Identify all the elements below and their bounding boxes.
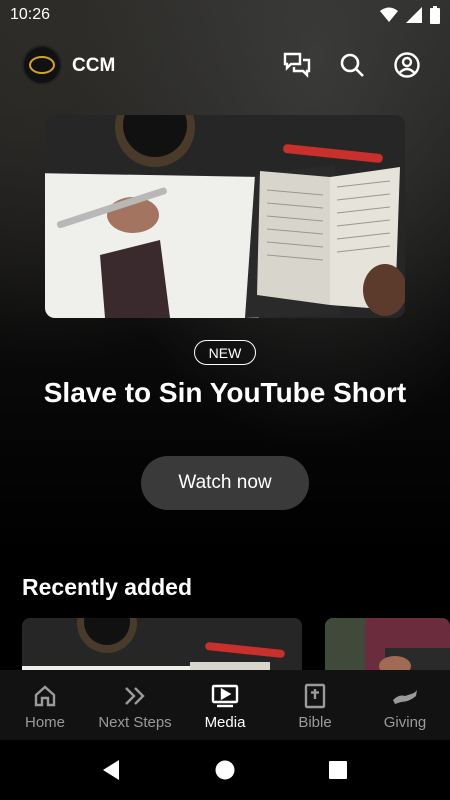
card-thumbnail <box>325 618 450 678</box>
app-name: CCM <box>72 55 116 76</box>
app-header: CCM <box>0 40 450 92</box>
nav-home[interactable]: Home <box>0 670 90 740</box>
back-icon[interactable] <box>99 758 123 782</box>
system-navigation-bar <box>0 740 450 800</box>
search-icon[interactable] <box>336 49 368 81</box>
nav-home-label: Home <box>24 714 65 731</box>
logo-emblem <box>29 56 55 74</box>
new-badge: NEW <box>194 340 256 365</box>
hero-thumbnail[interactable] <box>45 115 405 318</box>
recents-icon[interactable] <box>326 758 350 782</box>
home-icon <box>33 682 57 710</box>
media-icon <box>211 682 239 710</box>
chat-icon[interactable] <box>281 49 313 81</box>
account-icon[interactable] <box>391 49 423 81</box>
watch-now-button[interactable]: Watch now <box>141 456 309 510</box>
nav-bible-label: Bible <box>298 714 332 731</box>
bible-icon <box>304 682 326 710</box>
home-circle-icon[interactable] <box>213 758 237 782</box>
status-bar: 10:26 <box>0 0 450 32</box>
double-chevron-icon <box>123 682 147 710</box>
nav-media[interactable]: Media <box>180 670 270 740</box>
signal-icon <box>406 7 422 28</box>
status-time: 10:26 <box>10 6 51 23</box>
status-icons <box>380 6 440 29</box>
nav-next-steps[interactable]: Next Steps <box>90 670 180 740</box>
hero-title: Slave to Sin YouTube Short <box>43 377 407 408</box>
card-thumbnail <box>22 618 302 678</box>
wifi-icon <box>380 7 398 28</box>
nav-giving-label: Giving <box>383 714 427 731</box>
nav-media-label: Media <box>204 714 246 731</box>
nav-giving[interactable]: Giving <box>360 670 450 740</box>
hero-illustration <box>45 115 405 318</box>
giving-icon <box>391 682 419 710</box>
recently-added-title: Recently added <box>22 574 192 600</box>
church-logo[interactable] <box>22 45 62 85</box>
recent-card[interactable] <box>22 618 302 678</box>
recent-card[interactable] <box>325 618 450 678</box>
nav-next-steps-label: Next Steps <box>98 714 172 731</box>
nav-bible[interactable]: Bible <box>270 670 360 740</box>
battery-icon <box>430 6 440 29</box>
bottom-navigation: Home Next Steps Media Bible Giving <box>0 670 450 740</box>
